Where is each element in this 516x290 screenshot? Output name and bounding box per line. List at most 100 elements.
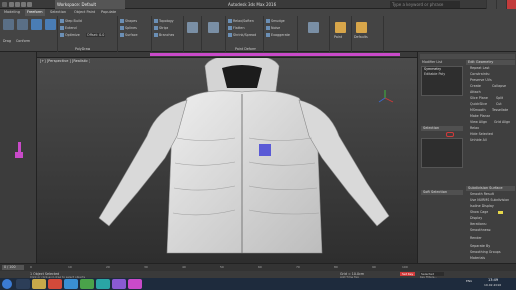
isoline-display-checkbox[interactable]: Isoline Display <box>470 204 494 209</box>
viewport-label[interactable]: [+] [Perspective ] [Realistic ] <box>40 59 90 63</box>
collapse-button[interactable]: Collapse <box>492 84 506 89</box>
tab-modeling[interactable]: Modeling <box>2 9 22 16</box>
language-indicator[interactable]: ENG <box>466 279 472 283</box>
smooth-result-checkbox[interactable]: Smooth Result <box>470 192 494 197</box>
timeline-ruler: 0 10 20 30 40 50 60 70 80 90 100 <box>30 265 410 270</box>
app-icon[interactable] <box>128 279 142 289</box>
solve-surface-button[interactable] <box>45 19 56 30</box>
view-align-button[interactable]: View Align <box>470 120 487 125</box>
use-nurms-checkbox[interactable]: Use NURMS Subdivision <box>470 198 509 203</box>
shapes-button[interactable]: Shapes <box>125 19 137 23</box>
slice-plane-button[interactable]: Slice Plane <box>470 96 488 101</box>
split-checkbox[interactable]: Split <box>496 96 503 101</box>
shift-brush-button[interactable] <box>187 22 198 33</box>
clock-time[interactable]: 13:49 <box>488 278 498 282</box>
minimize-button[interactable] <box>486 0 496 9</box>
flatten-button[interactable]: Flatten <box>233 26 245 30</box>
quickslice-button[interactable]: QuickSlice <box>470 102 487 107</box>
close-button[interactable] <box>506 0 516 9</box>
tab-freeform[interactable]: Freeform <box>25 9 45 16</box>
defaults-button[interactable] <box>356 22 367 33</box>
splines-icon <box>120 26 124 30</box>
cut-button[interactable]: Cut <box>496 102 502 107</box>
push-pull-button[interactable] <box>208 22 219 33</box>
tab-object-paint[interactable]: Object Paint <box>72 9 97 16</box>
step-build-icon <box>60 19 64 23</box>
strips-button[interactable]: Strips <box>159 26 168 30</box>
soft-selection-header[interactable]: Soft Selection <box>421 190 463 195</box>
exaggerate-button[interactable]: Exaggerate <box>271 33 290 37</box>
extend-button[interactable]: Extend <box>65 26 77 30</box>
perspective-viewport[interactable] <box>37 58 417 263</box>
make-planar-button[interactable]: Make Planar <box>470 114 490 119</box>
paint-options-button[interactable] <box>335 22 346 33</box>
shrink-spread-button[interactable]: Shrink/Spread <box>233 33 256 37</box>
time-slider[interactable]: 0 / 100 <box>2 265 24 270</box>
tessellate-button[interactable]: Tessellate <box>492 108 508 113</box>
app-icon[interactable] <box>112 279 126 289</box>
attach-button[interactable]: Attach <box>470 90 481 95</box>
noise-button[interactable]: Noise <box>271 26 280 30</box>
shift-tool-button[interactable] <box>31 19 42 30</box>
offset-field[interactable]: Offset: 0.0 <box>86 33 106 37</box>
create-button[interactable]: Create <box>470 84 481 89</box>
optimize-button[interactable]: Optimize <box>65 33 80 37</box>
subdivision-surface-header[interactable]: Subdivision Surface <box>466 186 515 191</box>
topology-button[interactable]: Topology <box>159 19 174 23</box>
hide-selected-button[interactable]: Hide Selected <box>470 132 493 137</box>
drag-label: Drag <box>3 39 12 43</box>
preserve-uvs-checkbox[interactable]: Preserve UVs <box>470 78 492 83</box>
tab-selection[interactable]: Selection <box>48 9 68 16</box>
set-key-button[interactable]: Set Key <box>400 272 416 276</box>
msmooth-button[interactable]: MSmooth <box>470 108 486 113</box>
modifier-stack[interactable]: Symmetry Editable Poly <box>421 66 463 96</box>
save-icon[interactable] <box>21 2 26 7</box>
undo-icon[interactable] <box>27 2 32 7</box>
start-button-icon[interactable] <box>2 279 12 289</box>
conform-tool-button[interactable] <box>17 19 28 30</box>
search-input[interactable]: Type a keyword or phrase <box>390 1 460 8</box>
branches-button[interactable]: Branches <box>159 33 174 37</box>
splines-button[interactable]: Splines <box>125 26 137 30</box>
command-panel-tabs[interactable] <box>420 54 515 59</box>
grid-align-button[interactable]: Grid Align <box>494 120 510 125</box>
new-icon[interactable] <box>9 2 14 7</box>
maximize-button[interactable] <box>496 0 506 9</box>
clock-date[interactable]: 19.02.2016 <box>484 283 501 287</box>
iterations-field[interactable]: Iterations: <box>470 222 487 227</box>
revert-button[interactable] <box>308 22 319 33</box>
smoothing-groups-checkbox[interactable]: Smoothing Groups <box>470 250 501 255</box>
taskbar-app-icon[interactable] <box>16 279 30 289</box>
step-build-button[interactable]: Step Build <box>65 19 82 23</box>
polygon-mode-icon[interactable] <box>446 132 454 137</box>
3dsmax-taskbar-icon[interactable] <box>96 279 110 289</box>
explorer-icon[interactable] <box>32 279 46 289</box>
smudge-button[interactable]: Smudge <box>271 19 285 23</box>
messenger-icon[interactable] <box>64 279 78 289</box>
shapes-group: Shapes Splines Surface <box>118 16 152 52</box>
drag-tool-button[interactable] <box>3 19 14 30</box>
show-cage-checkbox[interactable]: Show Cage <box>470 210 488 215</box>
cage-color-swatch[interactable] <box>498 211 503 214</box>
relax-button[interactable]: Relax <box>470 126 479 131</box>
tab-populate[interactable]: Populate <box>99 9 118 16</box>
selection-header[interactable]: Selection <box>421 126 463 131</box>
browser-icon[interactable] <box>48 279 62 289</box>
tick-label: 100 <box>402 265 408 269</box>
unhide-all-button[interactable]: Unhide All <box>470 138 487 143</box>
app-menu-icon[interactable] <box>2 2 7 7</box>
app-icon[interactable] <box>80 279 94 289</box>
timeline[interactable]: 0 / 100 0 10 20 30 40 50 60 70 80 90 100 <box>0 263 516 271</box>
surface-button[interactable]: Surface <box>125 33 138 37</box>
topology-icon <box>154 19 158 23</box>
repeat-last-button[interactable]: Repeat Last <box>470 66 490 71</box>
relax-soften-button[interactable]: Relax/Soften <box>233 19 254 23</box>
materials-checkbox[interactable]: Materials <box>470 256 485 261</box>
open-icon[interactable] <box>15 2 20 7</box>
workspace-dropdown[interactable]: Workspace: Default <box>55 0 125 9</box>
smoothness-field[interactable]: Smoothness: <box>470 228 491 233</box>
stack-item-editable-poly[interactable]: Editable Poly <box>422 72 462 77</box>
edit-geometry-header[interactable]: Edit Geometry <box>466 60 515 65</box>
modifier-list-dropdown[interactable]: Modifier List <box>422 60 462 65</box>
gizmo-handle[interactable] <box>15 152 23 158</box>
